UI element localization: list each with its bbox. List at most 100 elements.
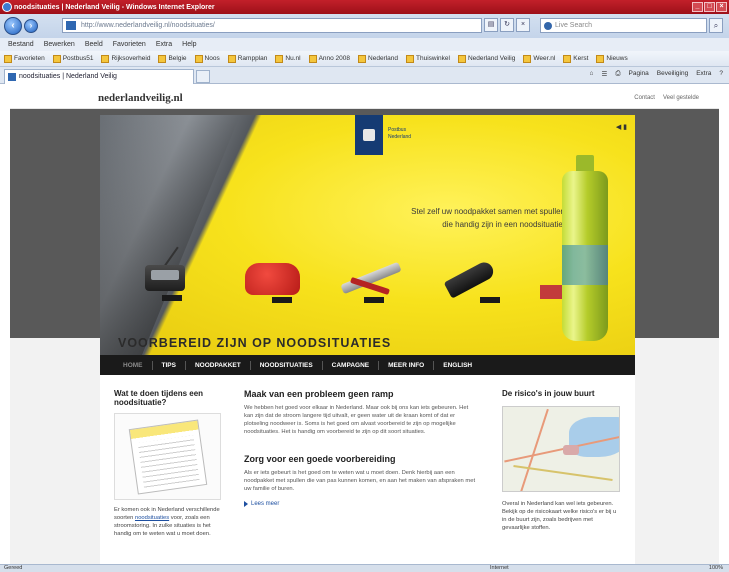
folder-icon bbox=[406, 54, 415, 63]
favorite-link[interactable]: Nieuws bbox=[596, 54, 628, 63]
search-icon[interactable]: ⌕ bbox=[709, 18, 723, 33]
window-title-bar: noodsituaties | Nederland Veilig - Windo… bbox=[0, 0, 729, 14]
home-icon[interactable]: ⌂ bbox=[590, 70, 594, 78]
refresh-icon[interactable]: ↻ bbox=[500, 18, 514, 32]
favorite-link[interactable]: Weer.nl bbox=[523, 54, 555, 63]
favorite-link[interactable]: Kerst bbox=[563, 54, 588, 63]
favorite-link[interactable]: Nederland Veilig bbox=[457, 54, 515, 63]
search-placeholder: Live Search bbox=[555, 22, 592, 29]
address-tools: ▤ ↻ × bbox=[484, 18, 530, 32]
middle-column: Maak van een probleem geen ramp We hebbe… bbox=[244, 389, 476, 507]
maximize-button[interactable]: □ bbox=[704, 2, 715, 12]
risk-map[interactable] bbox=[502, 406, 620, 492]
main-navigation: HOME TIPS NOODPAKKET NOODSITUATIES CAMPA… bbox=[100, 355, 635, 375]
page-menu[interactable]: Pagina bbox=[629, 70, 649, 78]
map-road bbox=[519, 408, 549, 491]
left-heading: Wat te doen tijdens een noodsituatie? bbox=[114, 389, 204, 407]
checklist-image[interactable] bbox=[114, 413, 221, 500]
tab-active[interactable]: noodsituaties | Nederland Veilig bbox=[4, 69, 194, 84]
left-column: Wat te doen tijdens een noodsituatie? Er… bbox=[114, 389, 221, 538]
status-text: Gereed bbox=[4, 565, 23, 571]
address-bar[interactable]: http://www.nederlandveilig.nl/noodsituat… bbox=[62, 18, 482, 33]
left-text: Er komen ook in Nederland verschillende … bbox=[114, 507, 220, 537]
tools-menu[interactable]: Extra bbox=[696, 70, 711, 78]
item-label[interactable] bbox=[272, 297, 292, 303]
folder-icon bbox=[563, 54, 572, 63]
feeds-icon[interactable]: ☰ bbox=[601, 70, 607, 78]
nav-home[interactable]: HOME bbox=[114, 360, 153, 370]
page-icon bbox=[8, 73, 16, 81]
header-link[interactable]: Veel gestelde bbox=[663, 95, 699, 101]
folder-icon bbox=[194, 54, 203, 63]
close-button[interactable]: × bbox=[716, 2, 727, 12]
nav-noodsituaties[interactable]: NOODSITUATIES bbox=[251, 360, 323, 370]
item-label[interactable] bbox=[162, 295, 182, 301]
menu-item[interactable]: Help bbox=[182, 41, 196, 48]
folder-icon bbox=[227, 54, 236, 63]
menu-item[interactable]: Bestand bbox=[8, 41, 34, 48]
nav-english[interactable]: ENGLISH bbox=[434, 361, 481, 370]
nav-tips[interactable]: TIPS bbox=[153, 360, 186, 370]
hero-tagline: Stel zelf uw noodpakket samen met spulle… bbox=[411, 207, 565, 229]
favorites-button[interactable]: Favorieten bbox=[4, 54, 45, 63]
noodsituaties-link[interactable]: noodsituaties bbox=[135, 515, 169, 521]
nav-meer-info[interactable]: MEER INFO bbox=[379, 360, 435, 370]
menu-item[interactable]: Beeld bbox=[85, 41, 103, 48]
zoom-level[interactable]: 100% bbox=[709, 565, 723, 571]
search-input[interactable]: Live Search bbox=[540, 18, 707, 33]
radio-item[interactable] bbox=[145, 265, 185, 291]
menu-item[interactable]: Extra bbox=[156, 41, 172, 48]
web-page: nederlandveilig.nl Contact Veel gestelde… bbox=[0, 84, 729, 564]
item-label[interactable] bbox=[364, 297, 384, 303]
star-icon bbox=[4, 54, 12, 63]
back-button[interactable]: ‹ bbox=[4, 17, 22, 35]
help-icon[interactable]: ? bbox=[719, 70, 723, 78]
compatibility-icon[interactable]: ▤ bbox=[484, 18, 498, 32]
site-header: nederlandveilig.nl Contact Veel gestelde bbox=[10, 87, 719, 109]
favorite-link[interactable]: Noos bbox=[194, 54, 220, 63]
main-heading: Maak van een probleem geen ramp bbox=[244, 389, 394, 399]
item-label[interactable] bbox=[480, 297, 500, 303]
header-link[interactable]: Contact bbox=[634, 95, 655, 101]
menu-item[interactable]: Favorieten bbox=[113, 41, 146, 48]
forward-button[interactable]: › bbox=[24, 19, 38, 33]
favorite-link[interactable]: Belgie bbox=[158, 54, 187, 63]
audio-icon[interactable]: ◀ ▮ bbox=[616, 123, 627, 131]
menu-item[interactable]: Bewerken bbox=[44, 41, 75, 48]
window-title: noodsituaties | Nederland Veilig - Windo… bbox=[14, 3, 215, 11]
folder-icon bbox=[457, 54, 466, 63]
site-logo[interactable]: nederlandveilig.nl bbox=[98, 92, 183, 104]
folder-icon bbox=[523, 54, 532, 63]
favorite-link[interactable]: Nederland bbox=[358, 54, 398, 63]
coat-of-arms-icon bbox=[363, 129, 375, 141]
favorite-link[interactable]: Anno 2008 bbox=[308, 54, 350, 63]
stop-icon[interactable]: × bbox=[516, 18, 530, 32]
address-toolbar: ‹ › http://www.nederlandveilig.nl/noodsi… bbox=[0, 14, 729, 38]
main-paragraph: We hebben het goed voor elkaar in Nederl… bbox=[244, 405, 469, 435]
favorite-link[interactable]: Postbus51 bbox=[52, 54, 93, 63]
print-icon[interactable]: ⎙ bbox=[615, 70, 620, 78]
favorite-link[interactable]: Nu.nl bbox=[275, 54, 301, 63]
favorite-link[interactable]: Rijksoverheid bbox=[101, 54, 150, 63]
security-menu[interactable]: Beveiliging bbox=[657, 70, 688, 78]
favorite-link[interactable]: Rampplan bbox=[227, 54, 267, 63]
new-tab-button[interactable] bbox=[196, 70, 210, 83]
content-area: Wat te doen tijdens een noodsituatie? Er… bbox=[100, 375, 635, 564]
read-more-link[interactable]: Lees meer bbox=[244, 501, 476, 507]
nav-campagne[interactable]: CAMPAGNE bbox=[323, 360, 380, 370]
right-text: Overal in Nederland kan wel iets gebeure… bbox=[502, 501, 617, 531]
page-icon bbox=[66, 21, 76, 30]
second-heading: Zorg voor een goede voorbereiding bbox=[244, 454, 396, 464]
map-city bbox=[563, 445, 579, 455]
first-aid-item[interactable] bbox=[540, 285, 564, 299]
address-url: http://www.nederlandveilig.nl/noodsituat… bbox=[81, 22, 215, 29]
lamp-item[interactable] bbox=[245, 263, 300, 295]
security-zone: Internet bbox=[490, 565, 509, 571]
minimize-button[interactable]: _ bbox=[692, 2, 703, 12]
government-logo-text: Postbus Nederland bbox=[388, 127, 412, 140]
nav-noodpakket[interactable]: NOODPAKKET bbox=[186, 360, 251, 370]
folder-icon bbox=[101, 54, 110, 63]
favorite-link[interactable]: Thuiswinkel bbox=[406, 54, 450, 63]
hero-banner: Postbus Nederland ◀ ▮ Stel zelf uw noodp… bbox=[100, 115, 635, 355]
folder-icon bbox=[52, 54, 61, 63]
